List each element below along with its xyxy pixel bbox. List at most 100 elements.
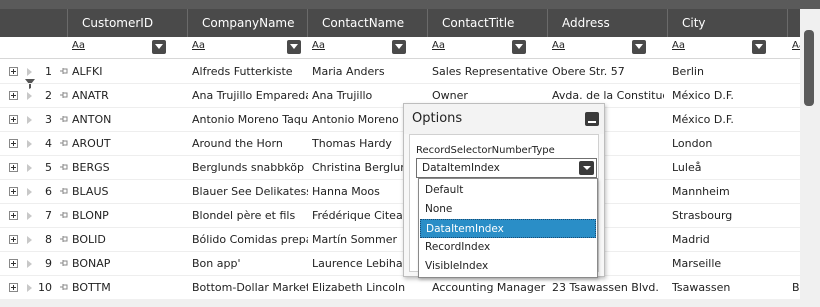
filter-cell-address[interactable]: Aa bbox=[547, 37, 667, 59]
dropdown-option-visibleindex[interactable]: VisibleIndex bbox=[420, 257, 596, 276]
cell-overflow[interactable] bbox=[792, 107, 800, 132]
expand-row-icon[interactable] bbox=[9, 283, 18, 292]
cell-contactname[interactable]: Maria Anders bbox=[312, 59, 428, 84]
cell-city[interactable]: Luleå bbox=[672, 155, 784, 180]
cell-customerid[interactable]: ANATR bbox=[72, 83, 184, 108]
cell-contactname[interactable]: Elizabeth Lincoln bbox=[312, 275, 428, 300]
cell-overflow[interactable] bbox=[792, 203, 800, 228]
cell-customerid[interactable]: ALFKI bbox=[72, 59, 184, 84]
pin-icon[interactable] bbox=[59, 162, 68, 172]
minimize-icon[interactable] bbox=[585, 112, 599, 126]
table-row[interactable]: 4AROUTAround the HornThomas Hardyer Sq.L… bbox=[0, 131, 800, 156]
expand-row-icon[interactable] bbox=[9, 259, 18, 268]
cell-companyname[interactable]: Blondel père et fils bbox=[192, 203, 308, 228]
cell-city[interactable]: México D.F. bbox=[672, 107, 784, 132]
cell-companyname[interactable]: Antonio Moreno Taquería bbox=[192, 107, 308, 132]
table-row[interactable]: 8BOLIDBólido Comidas preparadasMartín So… bbox=[0, 227, 800, 252]
cell-address[interactable]: 23 Tsawassen Blvd. bbox=[552, 275, 664, 300]
table-row[interactable]: 6BLAUSBlauer See DelikatessenHanna Moos5… bbox=[0, 179, 800, 204]
cell-customerid[interactable]: BOLID bbox=[72, 227, 184, 252]
cell-city[interactable]: Mannheim bbox=[672, 179, 784, 204]
dropdown-option-none[interactable]: None bbox=[420, 200, 596, 219]
cell-companyname[interactable]: Bon app' bbox=[192, 251, 308, 276]
dropdown-option-recordindex[interactable]: RecordIndex bbox=[420, 238, 596, 257]
dropdown-option-dataitemindex[interactable]: DataItemIndex bbox=[420, 219, 596, 238]
table-row[interactable]: 3ANTONAntonio Moreno TaqueríaAntonio Mor… bbox=[0, 107, 800, 132]
cell-customerid[interactable]: BERGS bbox=[72, 155, 184, 180]
cell-customerid[interactable]: BLAUS bbox=[72, 179, 184, 204]
cell-overflow[interactable] bbox=[792, 227, 800, 252]
cell-city[interactable]: Strasbourg bbox=[672, 203, 784, 228]
column-header-contactname[interactable]: ContactName bbox=[307, 9, 427, 37]
filter-cell-city[interactable]: Aa bbox=[667, 37, 787, 59]
cell-overflow[interactable] bbox=[792, 155, 800, 180]
chevron-down-icon[interactable] bbox=[392, 40, 406, 54]
cell-overflow[interactable] bbox=[792, 59, 800, 84]
filter-cell-contacttitle[interactable]: Aa bbox=[427, 37, 547, 59]
cell-city[interactable]: México D.F. bbox=[672, 83, 784, 108]
cell-customerid[interactable]: BONAP bbox=[72, 251, 184, 276]
cell-overflow[interactable]: B bbox=[792, 275, 800, 300]
pin-icon[interactable] bbox=[59, 90, 68, 100]
pin-icon[interactable] bbox=[59, 282, 68, 292]
cell-overflow[interactable] bbox=[792, 179, 800, 204]
cell-overflow[interactable] bbox=[792, 83, 800, 108]
chevron-down-icon[interactable] bbox=[579, 161, 594, 175]
chevron-down-icon[interactable] bbox=[752, 40, 766, 54]
expand-row-icon[interactable] bbox=[9, 163, 18, 172]
cell-contacttitle[interactable]: Accounting Manager bbox=[432, 275, 548, 300]
pin-icon[interactable] bbox=[59, 138, 68, 148]
vertical-scroll-thumb[interactable] bbox=[804, 30, 814, 106]
table-row[interactable]: 1 ALFKI Alfreds Futterkiste Maria Anders Sal… bbox=[0, 59, 800, 84]
column-header-companyname[interactable]: CompanyName bbox=[187, 9, 307, 37]
expand-row-icon[interactable] bbox=[9, 187, 18, 196]
table-row[interactable]: 7 BLONP Blondel père et fils Frédérique Cit… bbox=[0, 203, 800, 228]
expand-row-icon[interactable] bbox=[9, 91, 18, 100]
chevron-down-icon[interactable] bbox=[512, 40, 526, 54]
column-header-city[interactable]: City bbox=[667, 9, 787, 37]
cell-contacttitle[interactable]: Sales Representative bbox=[432, 59, 548, 84]
record-selector-combobox[interactable]: DataItemIndex bbox=[416, 158, 597, 178]
cell-city[interactable]: Madrid bbox=[672, 227, 784, 252]
cell-customerid[interactable]: BOTTM bbox=[72, 275, 184, 300]
cell-companyname[interactable]: Blauer See Delikatessen bbox=[192, 179, 308, 204]
cell-customerid[interactable]: AROUT bbox=[72, 131, 184, 156]
chevron-down-icon[interactable] bbox=[632, 40, 646, 54]
cell-companyname[interactable]: Ana Trujillo Emparedados bbox=[192, 83, 308, 108]
filter-cell-customerid[interactable]: Aa bbox=[67, 37, 187, 59]
table-row[interactable]: 2ANATRAna Trujillo EmparedadosAna Trujil… bbox=[0, 83, 800, 108]
cell-city[interactable]: Berlin bbox=[672, 59, 784, 84]
chevron-down-icon[interactable] bbox=[287, 40, 301, 54]
cell-city[interactable]: London bbox=[672, 131, 784, 156]
filter-cell-companyname[interactable]: Aa bbox=[187, 37, 307, 59]
cell-overflow[interactable] bbox=[792, 131, 800, 156]
expand-row-icon[interactable] bbox=[9, 211, 18, 220]
cell-city[interactable]: Marseille bbox=[672, 251, 784, 276]
dropdown-option-default[interactable]: Default bbox=[420, 181, 596, 200]
cell-companyname[interactable]: Bottom-Dollar Markets bbox=[192, 275, 308, 300]
pin-icon[interactable] bbox=[59, 258, 68, 268]
cell-customerid[interactable]: BLONP bbox=[72, 203, 184, 228]
pin-icon[interactable] bbox=[59, 66, 68, 76]
expand-row-icon[interactable] bbox=[9, 139, 18, 148]
cell-customerid[interactable]: ANTON bbox=[72, 107, 184, 132]
cell-companyname[interactable]: Around the Horn bbox=[192, 131, 308, 156]
expand-row-icon[interactable] bbox=[9, 67, 18, 76]
chevron-down-icon[interactable] bbox=[152, 40, 166, 54]
table-row[interactable]: 9BONAPBon app'Laurence LebihanBouchersMa… bbox=[0, 251, 800, 276]
table-row[interactable]: 10 BOTTM Bottom-Dollar Markets Elizabeth Li… bbox=[0, 275, 800, 300]
column-header-customerid[interactable]: CustomerID bbox=[67, 9, 187, 37]
horizontal-scrollbar[interactable] bbox=[0, 299, 800, 307]
cell-companyname[interactable]: Berglunds snabbköp bbox=[192, 155, 308, 180]
pin-icon[interactable] bbox=[59, 186, 68, 196]
expand-row-icon[interactable] bbox=[9, 235, 18, 244]
expand-row-icon[interactable] bbox=[9, 115, 18, 124]
column-header-address[interactable]: Address bbox=[547, 9, 667, 37]
cell-companyname[interactable]: Bólido Comidas preparadas bbox=[192, 227, 308, 252]
cell-address[interactable]: Obere Str. 57 bbox=[552, 59, 664, 84]
cell-overflow[interactable] bbox=[792, 251, 800, 276]
filter-cell-overflow[interactable]: Aa bbox=[787, 37, 800, 59]
pin-icon[interactable] bbox=[59, 114, 68, 124]
pin-icon[interactable] bbox=[59, 210, 68, 220]
column-header-contacttitle[interactable]: ContactTitle bbox=[427, 9, 547, 37]
